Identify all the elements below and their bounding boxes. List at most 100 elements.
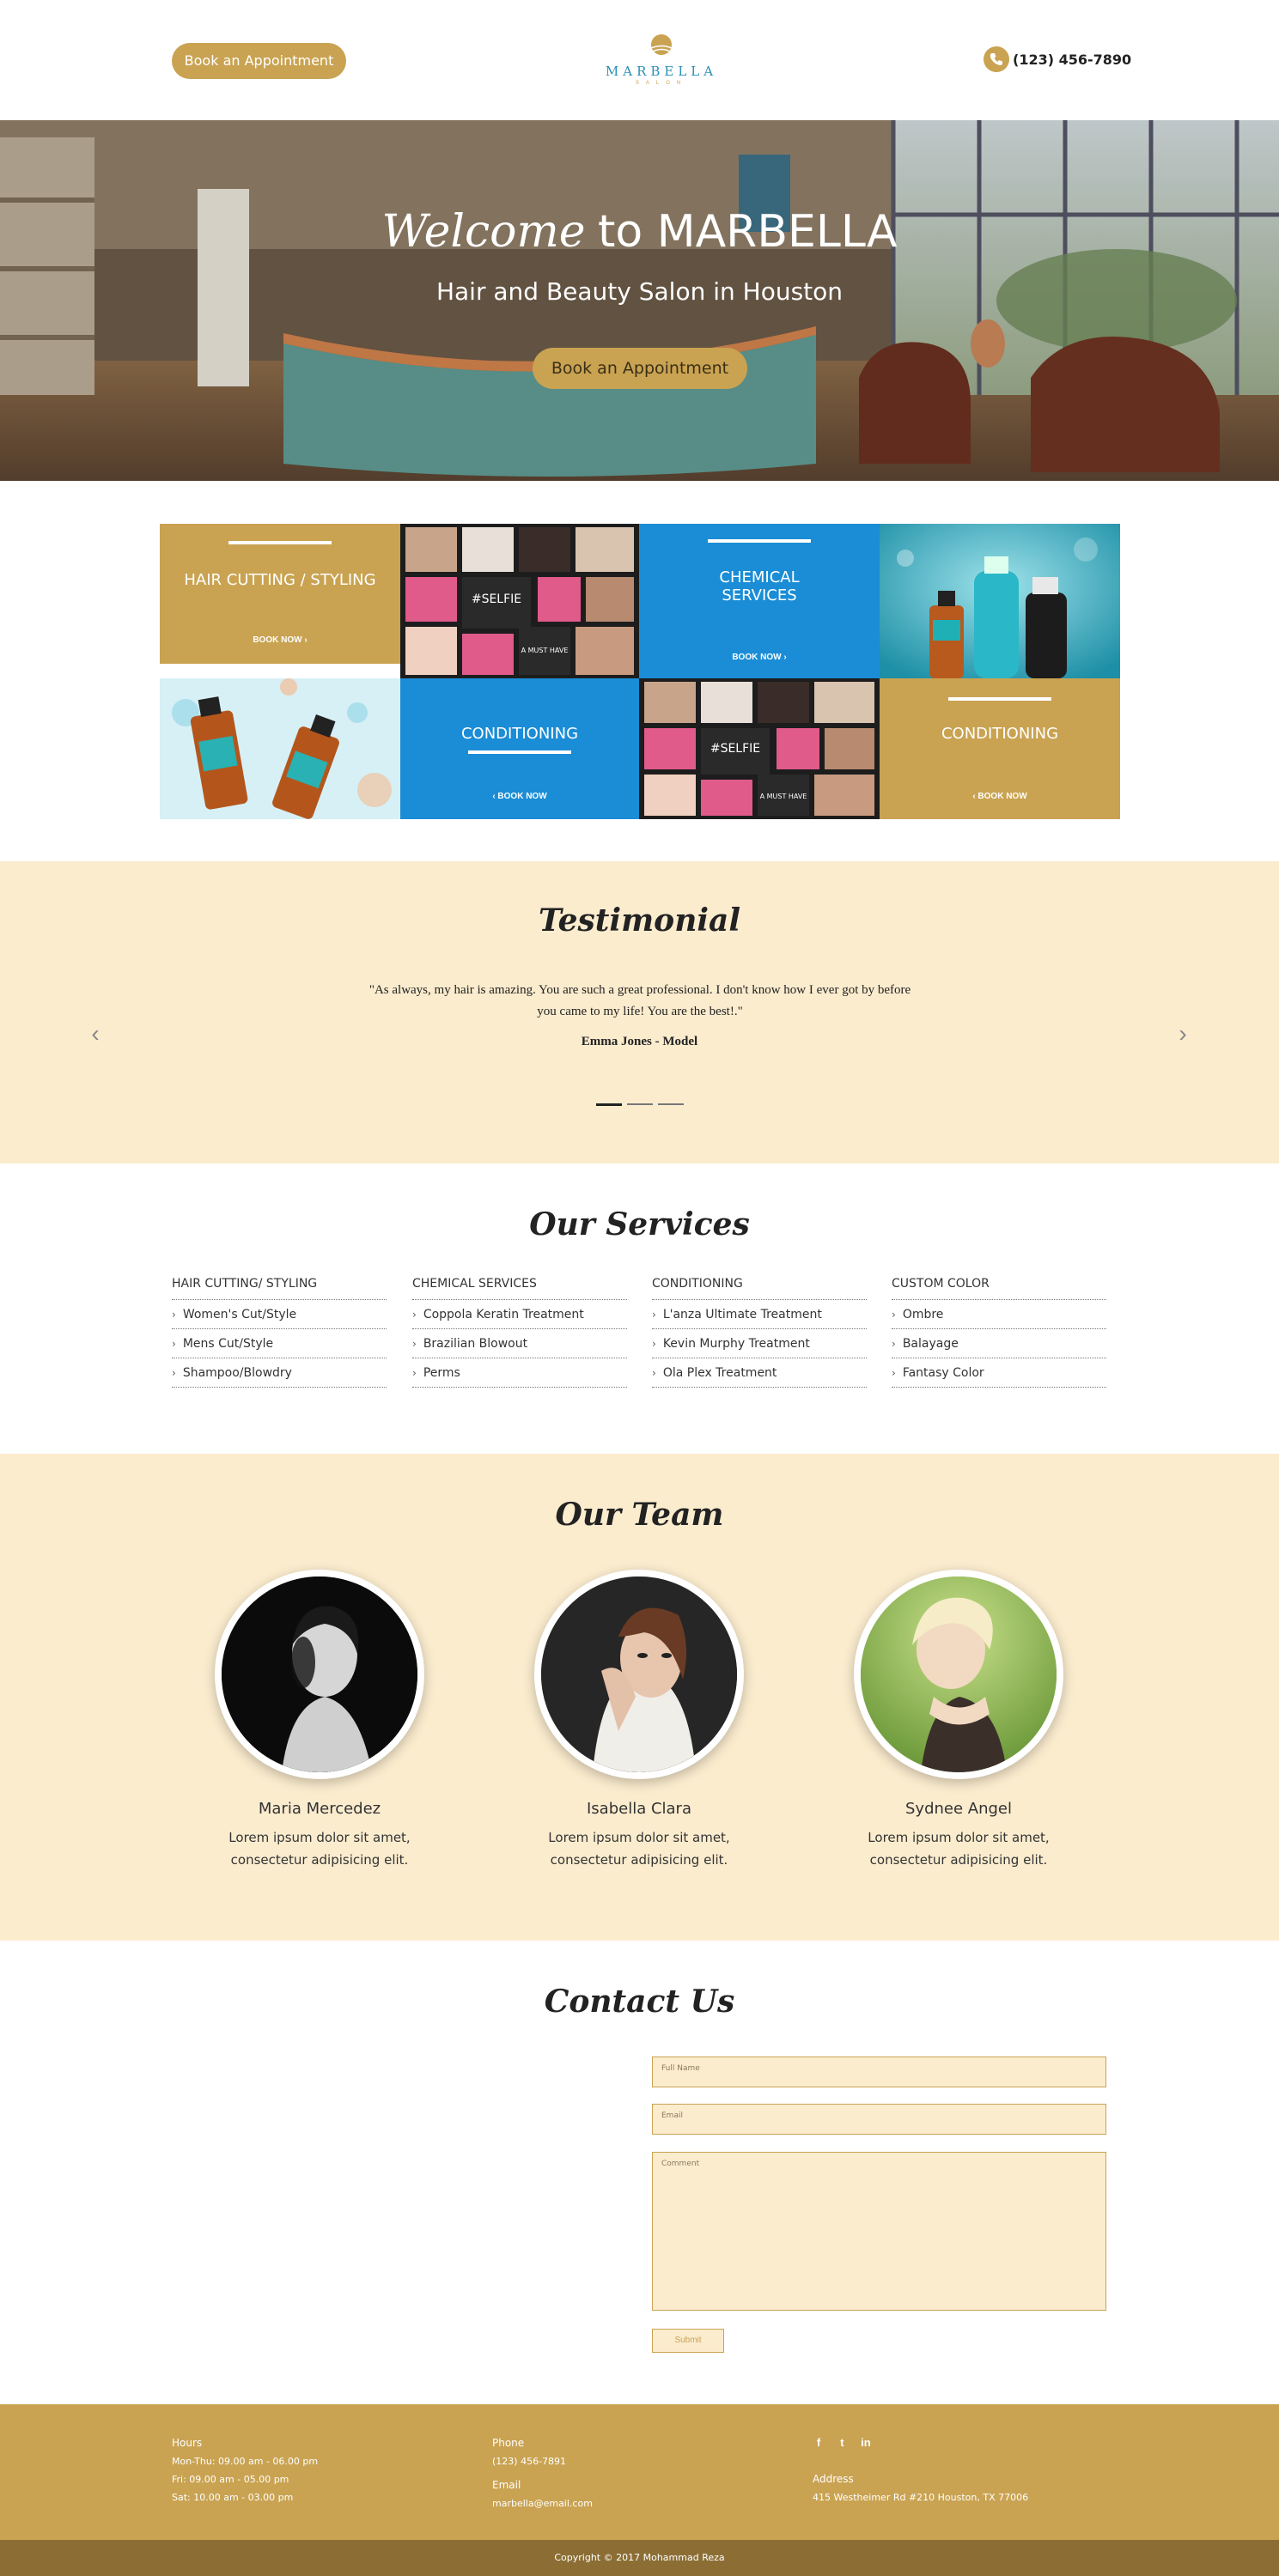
team-member-name: Maria Mercedez xyxy=(258,1800,381,1818)
testimonial-section: Testimonial "As always, my hair is amazi… xyxy=(0,861,1279,1163)
carousel-dot-2[interactable] xyxy=(627,1103,653,1105)
footer-email[interactable]: marbella@email.com xyxy=(492,2494,593,2512)
facebook-icon[interactable]: f xyxy=(813,2437,825,2449)
tile-chemical-services[interactable]: CHEMICAL SERVICES BOOK NOW › xyxy=(639,524,880,678)
tile-chemical-book-link[interactable]: BOOK NOW › xyxy=(639,653,880,662)
carousel-dot-3[interactable] xyxy=(658,1103,684,1105)
tile-conditioning-b-book-link[interactable]: ‹ BOOK NOW xyxy=(880,792,1120,801)
chevron-right-icon: › xyxy=(652,1367,656,1379)
service-tiles: HAIR CUTTING / STYLING BOOK NOW › #SELFI… xyxy=(160,524,1120,819)
chevron-right-icon: › xyxy=(652,1338,656,1350)
avatar xyxy=(534,1570,744,1779)
tile-chemical-title-line2: SERVICES xyxy=(722,586,797,605)
services-section: Our Services HAIR CUTTING/ STYLING › Wome… xyxy=(0,1163,1279,1454)
hero-banner: Welcome to MARBELLA Hair and Beauty Salo… xyxy=(0,120,1279,481)
hero-title: Welcome to MARBELLA xyxy=(0,206,1279,258)
chevron-right-icon: › xyxy=(412,1367,417,1379)
service-item[interactable]: › Balayage xyxy=(892,1329,1106,1358)
site-header: Book an Appointment MARBELLA SALON (123)… xyxy=(0,0,1279,120)
chevron-right-icon: › xyxy=(172,1309,176,1321)
services-column-conditioning: CONDITIONING › L'anza Ultimate Treatment … xyxy=(652,1277,867,1388)
tile-hair-cutting-book-link[interactable]: BOOK NOW › xyxy=(160,635,400,645)
tile-hair-cutting[interactable]: HAIR CUTTING / STYLING BOOK NOW › xyxy=(160,524,400,664)
footer-phone-label: Phone xyxy=(492,2437,525,2449)
email-field[interactable]: Email xyxy=(652,2104,1106,2135)
linkedin-icon[interactable]: in xyxy=(860,2437,872,2449)
chevron-right-icon: › xyxy=(892,1309,896,1321)
chevron-right-icon: › xyxy=(892,1367,896,1379)
service-item[interactable]: › Fantasy Color xyxy=(892,1358,1106,1388)
services-column-heading: CHEMICAL SERVICES xyxy=(412,1277,627,1300)
chevron-right-icon: › xyxy=(652,1309,656,1321)
footer-address-label: Address xyxy=(813,2473,854,2485)
copyright-bar: Copyright © 2017 Mohammad Reza xyxy=(0,2540,1279,2576)
service-item[interactable]: › Ola Plex Treatment xyxy=(652,1358,867,1388)
moroccanoil-products-image xyxy=(880,524,1120,678)
chevron-right-icon[interactable]: › xyxy=(1170,1021,1196,1047)
services-title: Our Services xyxy=(529,1206,750,1242)
service-item[interactable]: › Brazilian Blowout xyxy=(412,1329,627,1358)
services-column-heading: CONDITIONING xyxy=(652,1277,867,1300)
logo[interactable]: MARBELLA SALON xyxy=(601,33,722,93)
svg-text:#SELFIE: #SELFIE xyxy=(472,592,521,606)
carousel-indicators xyxy=(596,1103,684,1107)
carousel-dot-1[interactable] xyxy=(596,1103,622,1106)
services-column-heading: HAIR CUTTING/ STYLING xyxy=(172,1277,387,1300)
twitter-icon[interactable]: t xyxy=(836,2437,848,2449)
tile-conditioning-a-title: CONDITIONING xyxy=(460,725,579,743)
footer-hours-label: Hours xyxy=(172,2437,203,2449)
comment-field[interactable]: Comment xyxy=(652,2152,1106,2311)
team-member-name: Isabella Clara xyxy=(586,1800,691,1818)
service-item[interactable]: › Coppola Keratin Treatment xyxy=(412,1300,627,1329)
footer-address: Address 415 Westheimer Rd #210 Houston, … xyxy=(813,2470,1028,2506)
service-item[interactable]: › L'anza Ultimate Treatment xyxy=(652,1300,867,1329)
footer-address-text: 415 Westheimer Rd #210 Houston, TX 77006 xyxy=(813,2492,1029,2503)
chevron-right-icon: › xyxy=(172,1367,176,1379)
submit-button[interactable]: Submit xyxy=(652,2329,724,2353)
service-item[interactable]: › Women's Cut/Style xyxy=(172,1300,387,1329)
tile-chemical-title-line1: CHEMICAL xyxy=(719,568,800,586)
logo-text: MARBELLA xyxy=(605,64,718,79)
hero-title-script: Welcome xyxy=(381,206,586,258)
testimonial-title: Testimonial xyxy=(538,902,741,939)
tile-hair-cutting-title: HAIR CUTTING / STYLING xyxy=(184,571,376,589)
logo-subtext: SALON xyxy=(635,81,688,86)
services-column-heading: CUSTOM COLOR xyxy=(892,1277,1106,1300)
chevron-left-icon[interactable]: ‹ xyxy=(82,1021,108,1047)
hero-book-appointment-button[interactable]: Book an Appointment xyxy=(533,348,747,389)
services-column-chemical: CHEMICAL SERVICES › Coppola Keratin Treat… xyxy=(412,1277,627,1388)
testimonial-author: Emma Jones - Model xyxy=(581,1035,698,1048)
team-member-bio: Lorem ipsum dolor sit amet, consectetur … xyxy=(228,1830,411,1868)
team-member: Maria Mercedez Lorem ipsum dolor sit ame… xyxy=(182,1570,457,1871)
tile-conditioning-b[interactable]: CONDITIONING ‹ BOOK NOW xyxy=(880,678,1120,819)
footer-hours-line: Sat: 10.00 am - 03.00 pm xyxy=(172,2492,294,2503)
service-item[interactable]: › Shampoo/Blowdry xyxy=(172,1358,387,1388)
selfie-collage-image: #SELFIE A MUST HAVE xyxy=(400,524,639,678)
service-item[interactable]: › Ombre xyxy=(892,1300,1106,1329)
team-member: Isabella Clara Lorem ipsum dolor sit ame… xyxy=(502,1570,777,1871)
svg-text:#SELFIE: #SELFIE xyxy=(710,742,760,756)
footer-phone[interactable]: (123) 456-7891 xyxy=(492,2452,593,2470)
chevron-right-icon: › xyxy=(892,1338,896,1350)
service-item[interactable]: › Perms xyxy=(412,1358,627,1388)
service-item[interactable]: › Kevin Murphy Treatment xyxy=(652,1329,867,1358)
phone-icon xyxy=(984,46,1009,72)
team-member-name: Sydnee Angel xyxy=(904,1800,1012,1818)
service-item[interactable]: › Mens Cut/Style xyxy=(172,1329,387,1358)
full-name-field[interactable]: Full Name xyxy=(652,2057,1106,2087)
tile-conditioning-a-book-link[interactable]: ‹ BOOK NOW xyxy=(400,792,639,801)
site-footer: Hours Mon-Thu: 09.00 am - 06.00 pm Fri: … xyxy=(0,2404,1279,2540)
tile-conditioning-a[interactable]: CONDITIONING ‹ BOOK NOW xyxy=(400,678,639,819)
moroccanoil-bottles-image xyxy=(160,678,400,819)
chevron-right-icon: › xyxy=(412,1338,417,1350)
chevron-right-icon: › xyxy=(412,1309,417,1321)
footer-hours-line: Mon-Thu: 09.00 am - 06.00 pm xyxy=(172,2456,319,2467)
footer-contact: Phone (123) 456-7891 Email marbella@emai… xyxy=(492,2433,593,2512)
hero-subtitle: Hair and Beauty Salon in Houston xyxy=(435,277,844,306)
chevron-right-icon: › xyxy=(172,1338,176,1350)
team-title: Our Team xyxy=(555,1497,724,1533)
selfie-collage-image-2: #SELFIE A MUST HAVE xyxy=(639,678,880,819)
avatar xyxy=(215,1570,424,1779)
book-appointment-button[interactable]: Book an Appointment xyxy=(172,43,346,79)
footer-email-label: Email xyxy=(492,2479,521,2491)
